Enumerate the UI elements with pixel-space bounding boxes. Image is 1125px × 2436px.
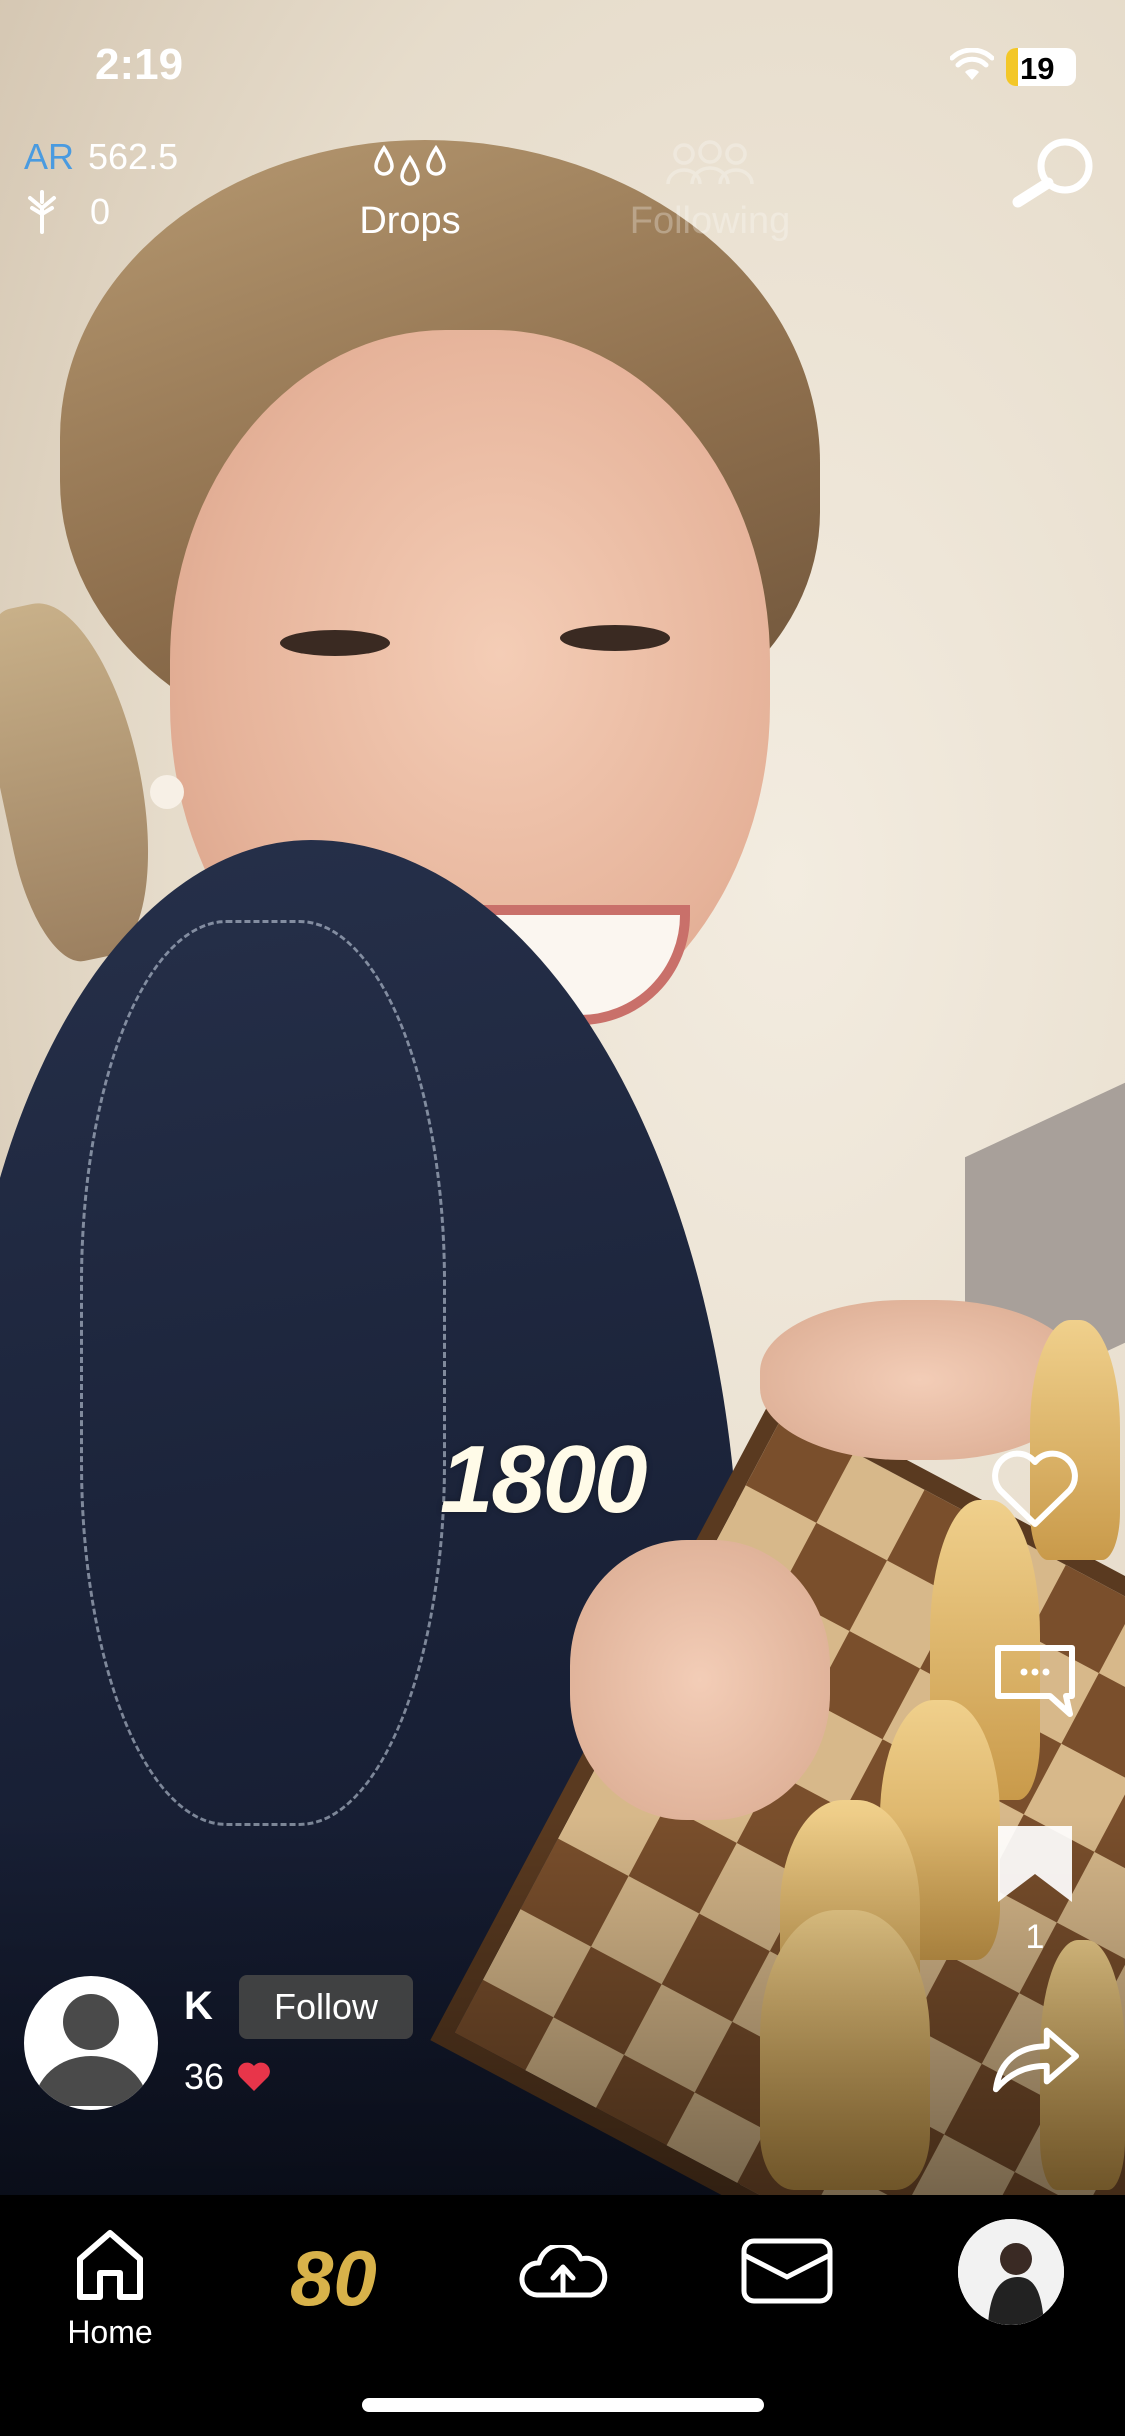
tree-counter[interactable]: 0 xyxy=(24,190,110,234)
video-eye-left xyxy=(280,630,390,656)
following-icon xyxy=(666,140,754,185)
share-button[interactable] xyxy=(990,2020,1080,2096)
upload-cloud-icon[interactable] xyxy=(515,2245,611,2301)
bookmark-button[interactable] xyxy=(990,1822,1080,1906)
bookmark-count: 1 xyxy=(1025,1918,1045,1956)
comment-button[interactable] xyxy=(990,1640,1080,1720)
nav-eighty[interactable]: 80 xyxy=(290,2233,377,2324)
profile-avatar[interactable] xyxy=(958,2219,1064,2325)
author-likes: 36 xyxy=(184,2056,272,2098)
screen: 2:19 19 AR 562.5 0 Drops Following 1800 … xyxy=(0,0,1125,2436)
battery-level: 19 xyxy=(1020,51,1055,86)
profile-photo xyxy=(958,2219,1064,2325)
home-indicator xyxy=(362,2398,764,2412)
tab-following[interactable]: Following xyxy=(610,140,810,243)
bottom-shade xyxy=(0,1815,1125,2195)
home-icon xyxy=(77,2230,143,2300)
wifi-icon xyxy=(950,48,994,80)
drops-icon xyxy=(374,144,446,186)
jacket-stitching xyxy=(80,920,446,1826)
default-user-icon xyxy=(34,1994,148,2106)
ar-label: AR xyxy=(24,136,75,177)
tree-icon xyxy=(28,190,56,234)
author-likes-count: 36 xyxy=(184,2056,225,2097)
video-earring xyxy=(150,775,184,809)
inbox-icon[interactable] xyxy=(740,2237,834,2305)
tab-following-label: Following xyxy=(629,200,791,242)
ar-balance[interactable]: AR 562.5 xyxy=(24,136,178,178)
search-icon[interactable] xyxy=(1010,136,1100,210)
heart-icon xyxy=(238,2062,270,2091)
nav-home[interactable]: Home xyxy=(45,2225,175,2351)
tab-drops-label: Drops xyxy=(359,200,461,242)
battery-indicator: 19 xyxy=(1006,48,1076,86)
status-time: 2:19 xyxy=(95,40,184,89)
follow-button[interactable]: Follow xyxy=(239,1975,413,2039)
video-player[interactable] xyxy=(0,0,1125,2195)
author-name[interactable]: K xyxy=(184,1984,213,2029)
author-avatar[interactable] xyxy=(24,1976,158,2110)
battery-fill xyxy=(1006,48,1018,86)
ar-value: 562.5 xyxy=(88,136,179,177)
like-button[interactable] xyxy=(990,1450,1080,1530)
video-hand-lower xyxy=(570,1540,830,1820)
nav-home-label: Home xyxy=(67,2314,153,2350)
tree-count: 0 xyxy=(90,191,111,232)
video-eye-right xyxy=(560,625,670,651)
tab-drops[interactable]: Drops xyxy=(330,140,490,243)
video-caption: 1800 xyxy=(440,1426,648,1533)
